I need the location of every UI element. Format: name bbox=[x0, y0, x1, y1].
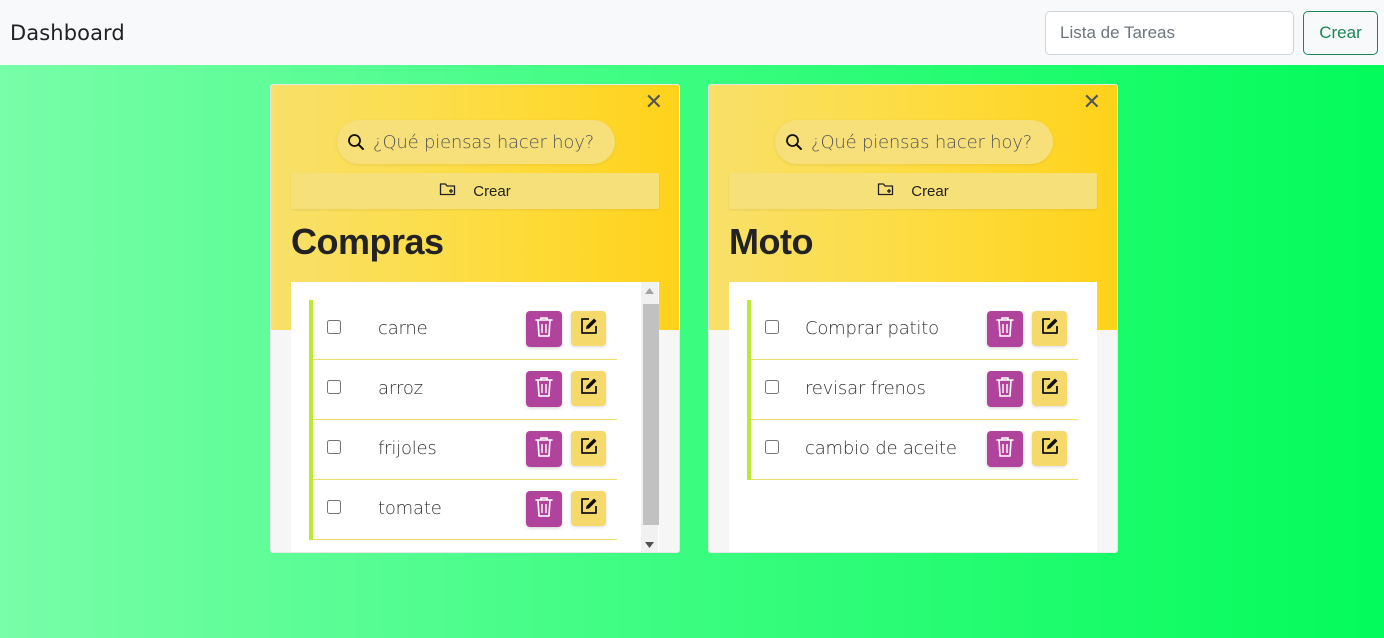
task-row: Comprar patito bbox=[751, 300, 1078, 360]
task-text: Comprar patito bbox=[805, 318, 939, 339]
task-checkbox[interactable] bbox=[765, 440, 779, 454]
trash-icon bbox=[533, 375, 555, 404]
delete-task-button[interactable] bbox=[526, 311, 562, 347]
task-card-moto: ✕ ¿Qué piensas hacer hoy? Crear Moto Com… bbox=[708, 84, 1118, 553]
edit-task-button[interactable] bbox=[1032, 311, 1067, 346]
edit-icon bbox=[1040, 376, 1060, 401]
search-placeholder: ¿Qué piensas hacer hoy? bbox=[811, 131, 1032, 153]
delete-task-button[interactable] bbox=[987, 431, 1023, 467]
scrollbar[interactable] bbox=[641, 282, 659, 552]
navbar: Dashboard Lista de Tareas Crear bbox=[0, 0, 1384, 65]
task-checkbox[interactable] bbox=[765, 320, 779, 334]
close-icon[interactable]: ✕ bbox=[1083, 91, 1101, 115]
close-icon[interactable]: ✕ bbox=[645, 91, 663, 115]
search-icon bbox=[347, 133, 365, 151]
delete-task-button[interactable] bbox=[526, 431, 562, 467]
scroll-down-arrow-icon[interactable] bbox=[641, 536, 658, 552]
trash-icon bbox=[533, 435, 555, 464]
task-list-container: carne arroz frijoles tomate bbox=[291, 282, 659, 552]
task-row: carne bbox=[313, 300, 617, 360]
edit-task-button[interactable] bbox=[1032, 431, 1067, 466]
edit-task-button[interactable] bbox=[571, 431, 606, 466]
task-checkbox[interactable] bbox=[327, 320, 341, 334]
nav-form: Lista de Tareas Crear bbox=[1045, 10, 1378, 55]
task-checkbox[interactable] bbox=[327, 440, 341, 454]
edit-task-button[interactable] bbox=[571, 371, 606, 406]
edit-task-button[interactable] bbox=[571, 311, 606, 346]
edit-icon bbox=[1040, 316, 1060, 341]
task-list: Comprar patito revisar frenos cambio de … bbox=[747, 300, 1078, 480]
task-checkbox[interactable] bbox=[327, 380, 341, 394]
trash-icon bbox=[533, 495, 555, 524]
task-row: frijoles bbox=[313, 420, 617, 480]
trash-icon bbox=[994, 375, 1016, 404]
task-search-input[interactable]: ¿Qué piensas hacer hoy? bbox=[775, 120, 1053, 164]
card-title: Compras bbox=[291, 221, 444, 262]
task-text: revisar frenos bbox=[805, 378, 926, 399]
folder-plus-icon bbox=[439, 181, 457, 202]
edit-icon bbox=[579, 496, 599, 521]
create-list-button[interactable]: Crear bbox=[1303, 10, 1378, 55]
edit-icon bbox=[579, 316, 599, 341]
delete-task-button[interactable] bbox=[526, 491, 562, 527]
task-text: arroz bbox=[378, 378, 423, 399]
trash-icon bbox=[994, 315, 1016, 344]
task-text: frijoles bbox=[378, 438, 437, 459]
task-row: cambio de aceite bbox=[751, 420, 1078, 480]
scroll-up-arrow-icon[interactable] bbox=[641, 282, 658, 299]
edit-icon bbox=[579, 436, 599, 461]
delete-task-button[interactable] bbox=[987, 371, 1023, 407]
scrollbar-thumb[interactable] bbox=[643, 304, 659, 525]
edit-task-button[interactable] bbox=[571, 491, 606, 526]
trash-icon bbox=[994, 435, 1016, 464]
delete-task-button[interactable] bbox=[987, 311, 1023, 347]
task-list-container: Comprar patito revisar frenos cambio de … bbox=[729, 282, 1097, 552]
task-checkbox[interactable] bbox=[765, 380, 779, 394]
folder-plus-icon bbox=[877, 181, 895, 202]
delete-task-button[interactable] bbox=[526, 371, 562, 407]
task-text: tomate bbox=[378, 498, 442, 519]
edit-task-button[interactable] bbox=[1032, 371, 1067, 406]
task-text: carne bbox=[378, 318, 428, 339]
task-card-compras: ✕ ¿Qué piensas hacer hoy? Crear Compras … bbox=[270, 84, 680, 553]
task-text: cambio de aceite bbox=[805, 438, 957, 459]
trash-icon bbox=[533, 315, 555, 344]
create-task-button[interactable]: Crear bbox=[291, 173, 659, 209]
create-task-label: Crear bbox=[473, 182, 511, 200]
brand-title[interactable]: Dashboard bbox=[10, 21, 125, 45]
task-checkbox[interactable] bbox=[327, 500, 341, 514]
edit-icon bbox=[1040, 436, 1060, 461]
create-task-button[interactable]: Crear bbox=[729, 173, 1097, 209]
search-icon bbox=[785, 133, 803, 151]
card-title: Moto bbox=[729, 221, 813, 262]
create-task-label: Crear bbox=[911, 182, 949, 200]
task-list: carne arroz frijoles tomate bbox=[309, 300, 617, 540]
search-placeholder: ¿Qué piensas hacer hoy? bbox=[373, 131, 594, 153]
task-search-input[interactable]: ¿Qué piensas hacer hoy? bbox=[337, 120, 615, 164]
task-row: tomate bbox=[313, 480, 617, 540]
task-row: revisar frenos bbox=[751, 360, 1078, 420]
list-name-input[interactable]: Lista de Tareas bbox=[1045, 10, 1294, 55]
task-row: arroz bbox=[313, 360, 617, 420]
edit-icon bbox=[579, 376, 599, 401]
